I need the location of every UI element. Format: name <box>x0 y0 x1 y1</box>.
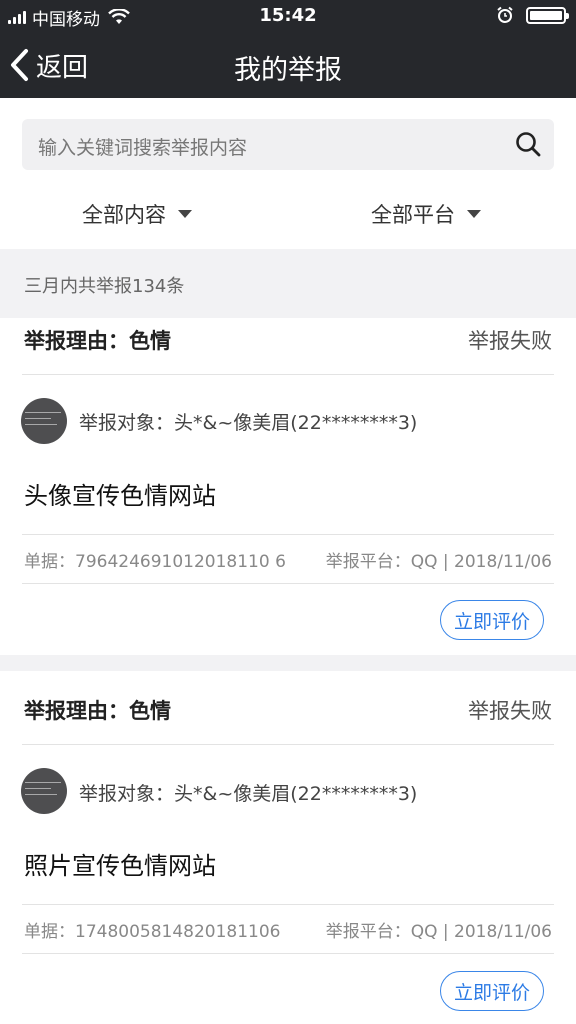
rate-button[interactable]: 立即评价 <box>440 971 544 1011</box>
search-icon[interactable] <box>514 130 542 158</box>
divider <box>22 583 554 584</box>
status-time: 15:42 <box>259 5 317 26</box>
platform-filter-label: 全部平台 <box>371 203 455 227</box>
status-right <box>496 6 569 24</box>
nav-bar: 返回 我的举报 <box>0 34 576 96</box>
report-target: 举报对象：头*&~像美眉(22********3) <box>79 783 418 805</box>
back-button[interactable]: 返回 <box>8 46 88 84</box>
report-reason: 举报理由：色情 <box>24 329 171 353</box>
platform-date: 举报平台：QQ | 2018/11/06 <box>325 552 552 572</box>
report-headline: 头像宣传色情网站 <box>24 482 216 510</box>
divider <box>22 374 554 375</box>
report-headline: 照片宣传色情网站 <box>24 852 216 880</box>
avatar <box>21 398 67 444</box>
search-placeholder: 输入关键词搜索举报内容 <box>38 137 248 159</box>
search-filter-area: 输入关键词搜索举报内容 全部内容 全部平台 <box>0 98 576 249</box>
receipt-number: 单据：796424691012018110 6 <box>24 552 286 572</box>
app-header: 中国移动 15:42 返回 我的举报 <box>0 0 576 98</box>
report-card: 举报理由：色情 举报失败 举报对象：头*&~像美眉(22********3) 头… <box>0 318 576 655</box>
battery-icon <box>526 6 569 24</box>
divider <box>22 744 554 745</box>
report-status: 举报失败 <box>468 699 552 723</box>
back-label: 返回 <box>36 52 89 83</box>
chevron-left-icon <box>11 49 28 81</box>
content-filter-label: 全部内容 <box>82 203 166 227</box>
platform-filter-dropdown[interactable]: 全部平台 <box>371 198 481 230</box>
report-status: 举报失败 <box>468 329 552 353</box>
rate-button[interactable]: 立即评价 <box>440 600 544 640</box>
divider <box>22 904 554 905</box>
platform-date: 举报平台：QQ | 2018/11/06 <box>325 922 552 942</box>
search-input[interactable]: 输入关键词搜索举报内容 <box>22 119 554 170</box>
avatar <box>21 768 67 814</box>
report-target: 举报对象：头*&~像美眉(22********3) <box>79 412 418 434</box>
report-reason: 举报理由：色情 <box>24 699 171 723</box>
caret-down-icon <box>467 210 481 218</box>
alarm-icon <box>497 6 513 23</box>
divider <box>22 534 554 535</box>
content-filter-dropdown[interactable]: 全部内容 <box>82 198 192 230</box>
receipt-number: 单据：1748005814820181106 <box>24 922 281 942</box>
report-card: 举报理由：色情 举报失败 举报对象：头*&~像美眉(22********3) 照… <box>0 671 576 1024</box>
status-bar: 中国移动 15:42 <box>0 0 576 34</box>
divider <box>22 953 554 954</box>
report-count: 三月内共举报134条 <box>24 276 185 297</box>
caret-down-icon <box>178 210 192 218</box>
